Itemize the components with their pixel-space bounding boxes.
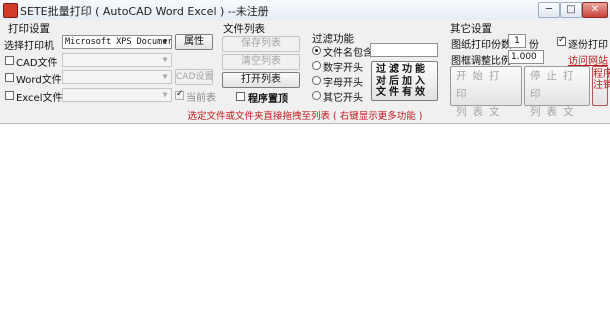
excel-printer-select[interactable]: ▼: [62, 88, 172, 102]
filter-radio-letter-start[interactable]: [312, 76, 321, 85]
logout-line: 程序: [593, 69, 610, 80]
window-title: SETE批量打印 ( AutoCAD Word Excel ) --未注册: [20, 5, 269, 18]
pin-on-top-label: 程序置顶: [248, 94, 288, 105]
collate-checkbox[interactable]: [557, 35, 566, 46]
filter-radio-digit-start[interactable]: [312, 61, 321, 70]
title-bar: SETE批量打印 ( AutoCAD Word Excel ) --未注册 ─ …: [0, 0, 610, 21]
file-list-area[interactable]: [0, 124, 610, 322]
filter-apply-button[interactable]: 过滤功能 对后加入 文件有效: [371, 61, 438, 101]
filter-option-label: 其它开头: [323, 93, 363, 104]
stop-print-button[interactable]: 停止打印 列表文件: [524, 66, 590, 136]
start-print-line: 开始打印: [456, 70, 506, 100]
minimize-button[interactable]: ─: [538, 2, 560, 18]
filter-option-label: 文件名包含: [323, 48, 373, 59]
chevron-down-icon: ▼: [162, 55, 168, 64]
copies-input[interactable]: 1: [508, 34, 526, 48]
filter-radio-name-contains[interactable]: [312, 46, 321, 55]
logout-line: 注销: [593, 80, 610, 91]
current-table-label: 当前表: [186, 93, 216, 104]
other-group-title: 其它设置: [450, 23, 492, 35]
filter-button-line: 过滤功能: [376, 64, 428, 75]
word-file-checkbox[interactable]: [5, 73, 14, 82]
filter-radio-other-start[interactable]: [312, 91, 321, 100]
clear-list-button[interactable]: 清空列表: [222, 54, 300, 70]
word-printer-select[interactable]: ▼: [62, 70, 172, 84]
pin-on-top-checkbox[interactable]: [236, 92, 245, 101]
filter-text-input[interactable]: [370, 43, 438, 57]
chevron-down-icon: ▼: [162, 37, 168, 46]
printer-select-value: Microsoft XPS Documer: [65, 37, 172, 47]
visit-website-link[interactable]: 访问网站: [568, 52, 608, 67]
filter-option-label: 字母开头: [323, 78, 363, 89]
cad-printer-select[interactable]: ▼: [62, 53, 172, 67]
start-print-button[interactable]: 开始打印 列表文件: [450, 66, 522, 136]
word-file-label: Word文件: [16, 75, 62, 86]
printer-group-title: 打印设置: [8, 23, 50, 35]
maximize-button[interactable]: □: [560, 2, 582, 18]
excel-file-checkbox[interactable]: [5, 91, 14, 100]
printer-select[interactable]: Microsoft XPS Documer ▼: [62, 35, 172, 49]
filter-option-label: 数字开头: [323, 63, 363, 74]
close-button[interactable]: ✕: [582, 2, 608, 18]
collate-label: 逐份打印: [568, 40, 608, 51]
filter-button-line: 文件有效: [376, 87, 428, 98]
app-icon: [3, 3, 18, 18]
stop-print-line: 停止打印: [530, 70, 580, 100]
excel-file-label: Excel文件: [16, 93, 63, 104]
printer-label: 选择打印机: [4, 41, 54, 52]
copies-label: 图纸打印份数: [451, 40, 511, 51]
current-table-checkbox[interactable]: [175, 89, 184, 100]
open-list-button[interactable]: 打开列表: [222, 72, 300, 88]
file-list-group-title: 文件列表: [223, 23, 265, 35]
properties-button[interactable]: 属性: [175, 34, 213, 50]
chevron-down-icon: ▼: [162, 90, 168, 99]
toolbar-panel: 打印设置 选择打印机 Microsoft XPS Documer ▼ 属性 CA…: [0, 20, 610, 136]
cad-settings-button[interactable]: CAD设置: [175, 69, 213, 85]
scale-input[interactable]: 1.000: [508, 50, 544, 64]
drag-hint-text: 选定文件或文件夹直接拖拽至列表 ( 右键显示更多功能 ): [187, 111, 423, 122]
copies-unit: 份: [529, 40, 539, 51]
logout-button[interactable]: 程序 注销: [592, 66, 610, 106]
chevron-down-icon: ▼: [162, 72, 168, 81]
cad-file-checkbox[interactable]: [5, 56, 14, 65]
cad-file-label: CAD文件: [16, 58, 58, 69]
filter-button-line: 对后加入: [376, 75, 428, 87]
scale-label: 图框调整比例: [451, 56, 511, 67]
save-list-button[interactable]: 保存列表: [222, 36, 300, 52]
